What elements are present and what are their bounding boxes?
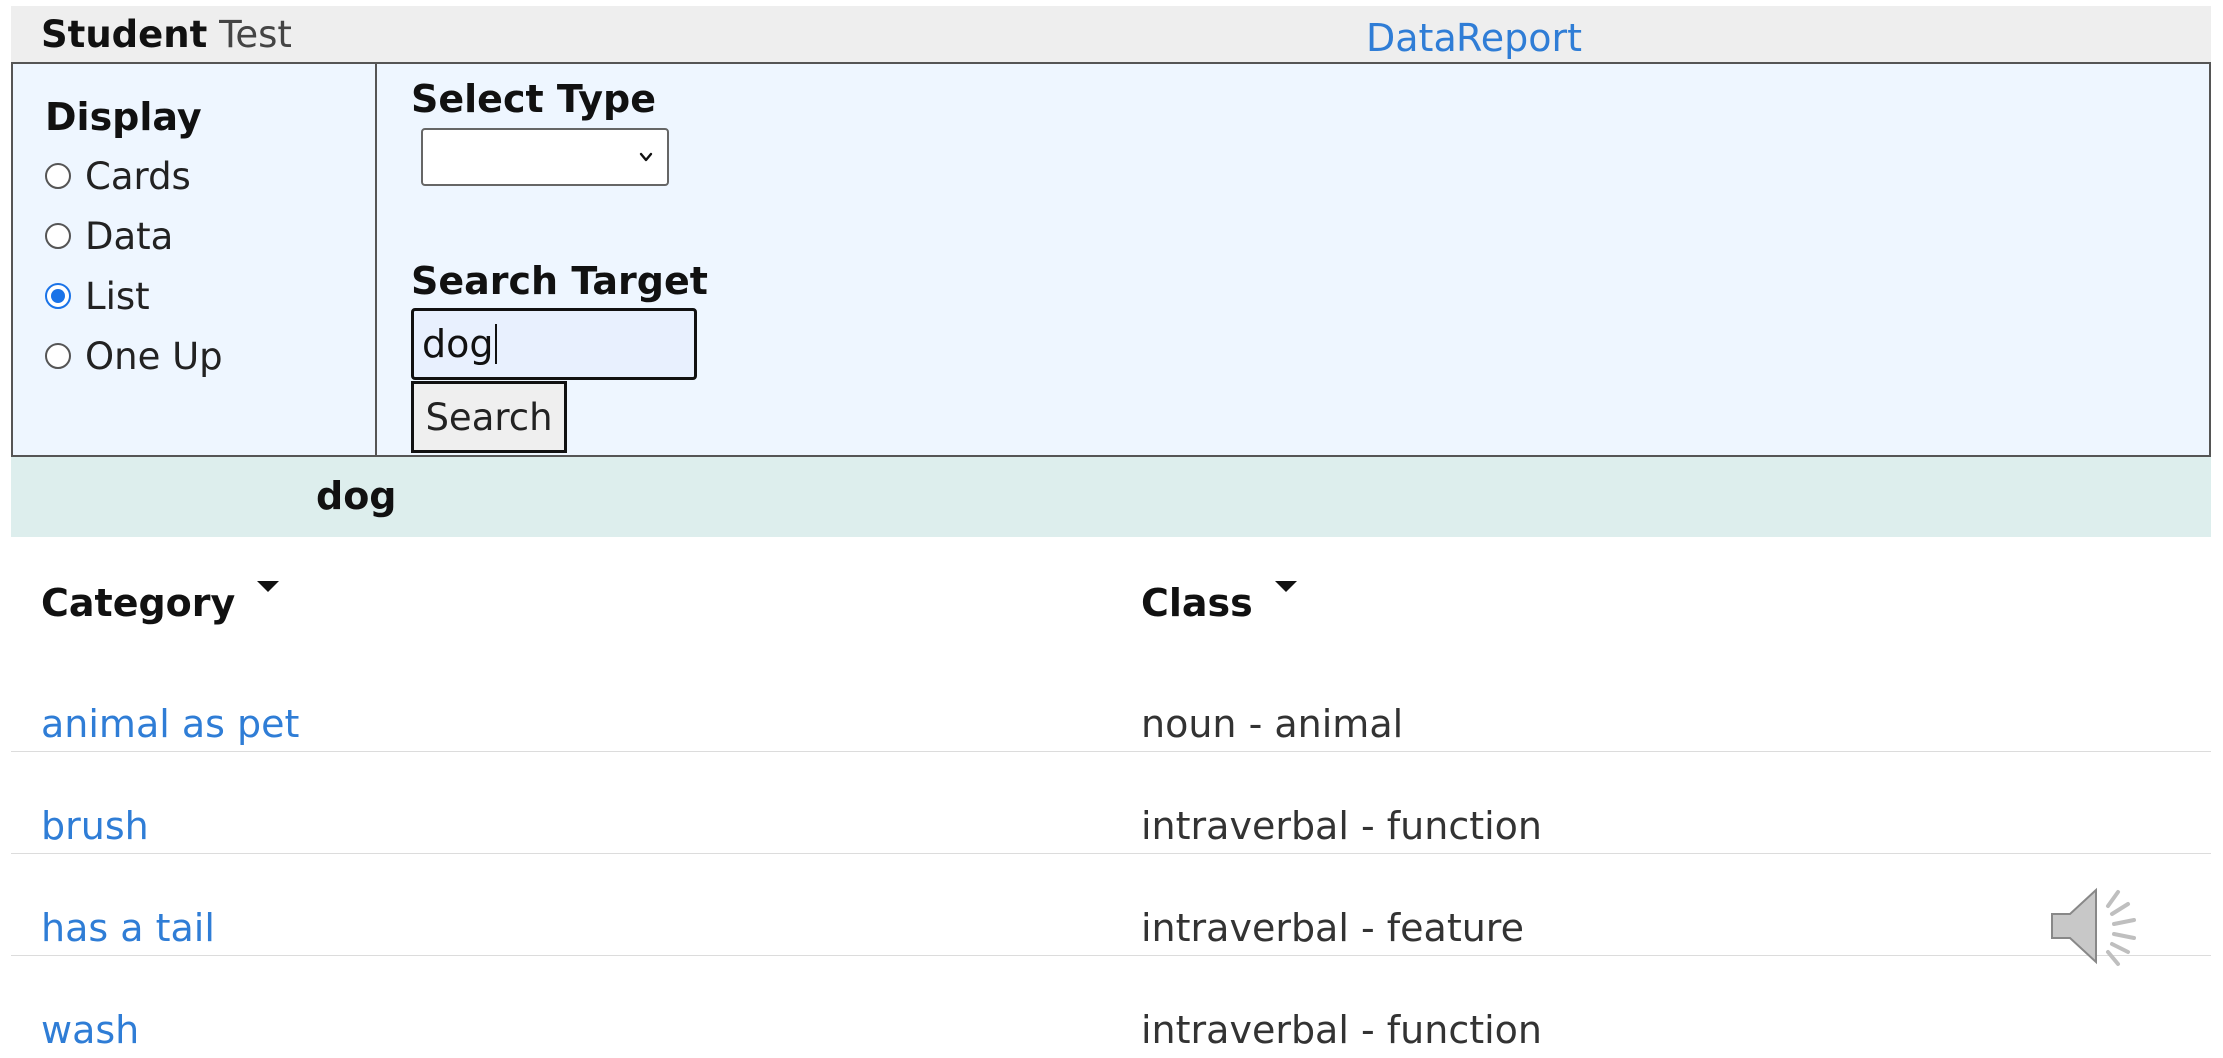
class-cell: intraverbal - function [1141,1008,1543,1052]
radio-label: One Up [85,334,223,378]
radio-button[interactable] [45,223,71,249]
radio-label: Cards [85,154,191,198]
chevron-down-icon [639,152,653,162]
student-heading: Student Test [41,16,292,53]
student-name: Test [219,13,292,56]
search-input-value: dog [422,322,494,366]
category-column-header[interactable]: Category [41,581,280,625]
category-link[interactable]: wash [41,1011,139,1049]
type-select[interactable] [421,128,669,186]
target-word: dog [316,474,397,518]
search-button[interactable]: Search [411,381,567,453]
category-link[interactable]: brush [41,807,149,845]
sort-down-icon[interactable] [1274,581,1297,592]
category-header-label: Category [41,581,236,625]
table-row: animal as pet noun - animal [11,650,2211,752]
search-target-title: Search Target [411,259,708,303]
category-link[interactable]: animal as pet [41,705,299,743]
class-cell: intraverbal - function [1141,804,1543,848]
radio-button[interactable] [45,343,71,369]
category-link[interactable]: has a tail [41,909,215,947]
text-caret [494,324,497,364]
control-panel: Display Cards Data List One Up Select Ty… [11,64,2211,457]
panel-divider [375,64,377,455]
search-input[interactable]: dog [411,308,697,380]
speaker-volume-icon[interactable] [2048,878,2148,974]
display-option-list[interactable]: List [45,276,150,316]
radio-button-selected[interactable] [45,283,71,309]
class-column-header[interactable]: Class [1141,581,1297,625]
class-cell: noun - animal [1141,702,1404,746]
top-bar: Student Test Data Report [11,6,2211,64]
class-cell: intraverbal - feature [1141,906,1524,950]
data-link[interactable]: Data [1366,19,1457,57]
radio-label: Data [85,214,174,258]
table-row: has a tail intraverbal - feature [11,854,2211,956]
display-option-data[interactable]: Data [45,216,173,256]
sort-down-icon[interactable] [257,581,280,592]
table-row: wash intraverbal - function [11,956,2211,1058]
display-title: Display [45,95,202,139]
display-option-cards[interactable]: Cards [45,156,191,196]
radio-label: List [85,274,150,318]
class-header-label: Class [1141,581,1253,625]
select-type-title: Select Type [411,77,657,121]
display-option-one-up[interactable]: One Up [45,336,223,376]
report-link[interactable]: Report [1456,19,1582,57]
radio-button[interactable] [45,163,71,189]
student-label: Student [41,13,208,56]
target-bar: dog [11,457,2211,537]
table-row: brush intraverbal - function [11,752,2211,854]
